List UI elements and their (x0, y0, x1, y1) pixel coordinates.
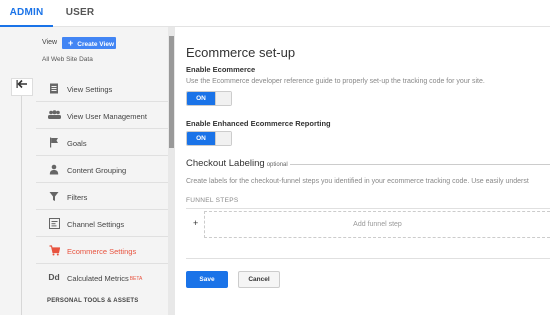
sidebar-item-label: Content Grouping (67, 166, 127, 175)
sidebar-item-calculated-metrics[interactable]: Dd Calculated MetricsBETA (36, 264, 168, 291)
person-icon (48, 164, 60, 175)
optional-tag: optional (266, 162, 288, 168)
dd-icon: Dd (48, 272, 60, 282)
checkout-labeling-title: Checkout Labeling (186, 158, 265, 169)
create-view-label: Create View (77, 41, 114, 48)
tab-admin[interactable]: ADMIN (0, 0, 53, 27)
tab-user[interactable]: USER (62, 0, 98, 27)
sidebar-item-label: View User Management (67, 112, 147, 121)
users-icon (48, 110, 61, 121)
view-label: View (42, 39, 58, 46)
enhanced-ecommerce-label: Enable Enhanced Ecommerce Reporting (186, 119, 331, 128)
sidebar-item-ecommerce-settings[interactable]: Ecommerce Settings (36, 237, 168, 264)
plus-icon: + (68, 38, 74, 48)
beta-badge: BETA (129, 276, 143, 282)
sidebar-item-goals[interactable]: Goals (36, 129, 168, 156)
form-divider (186, 258, 550, 259)
sidebar-divider (21, 96, 22, 315)
sidebar-item-label: Goals (67, 139, 87, 148)
back-arrow-icon-svg (16, 79, 27, 89)
sidebar-item-channel-settings[interactable]: Channel Settings (36, 210, 168, 237)
sidebar-item-label: Calculated Metrics (67, 274, 129, 283)
sidebar-item-view-user-management[interactable]: View User Management (36, 102, 168, 129)
toggle-on-label: ON (187, 132, 215, 145)
plus-icon[interactable]: + (193, 218, 198, 228)
toggle-knob (215, 132, 231, 145)
toggle-knob (215, 92, 231, 105)
enable-ecommerce-label: Enable Ecommerce (186, 65, 256, 74)
sidebar-nav: View Settings View User Management Goals… (36, 75, 168, 291)
enable-ecommerce-description: Use the Ecommerce developer reference gu… (186, 78, 485, 85)
enable-ecommerce-toggle[interactable]: ON (186, 91, 232, 106)
sidebar-item-filters[interactable]: Filters (36, 183, 168, 210)
sidebar-item-label: View Settings (67, 85, 113, 94)
section-heading-personal-tools: PERSONAL TOOLS & ASSETS (47, 298, 139, 304)
page-title: Ecommerce set-up (186, 45, 296, 60)
sidebar-item-label: Ecommerce Settings (67, 247, 137, 256)
document-icon (48, 83, 60, 94)
cart-icon (48, 245, 60, 256)
flag-icon (48, 137, 60, 148)
back-arrow-icon[interactable] (11, 78, 33, 96)
view-selector[interactable]: All Web Site Data (42, 56, 93, 63)
sidebar-scrollbar-thumb[interactable] (169, 36, 174, 148)
enhanced-ecommerce-toggle[interactable]: ON (186, 131, 232, 146)
sidebar-item-view-settings[interactable]: View Settings (36, 75, 168, 102)
channel-icon (48, 218, 60, 229)
funnel-divider (186, 208, 550, 209)
create-view-button[interactable]: + Create View (62, 37, 116, 49)
funnel-steps-label: FUNNEL STEPS (186, 197, 239, 204)
sidebar-item-label: Channel Settings (67, 220, 125, 229)
section-divider (290, 164, 550, 165)
filter-icon (48, 191, 60, 202)
toggle-on-label: ON (187, 92, 215, 105)
checkout-labeling-description: Create labels for the checkout-funnel st… (186, 178, 529, 185)
save-button[interactable]: Save (186, 271, 228, 288)
top-tab-bar: ADMIN USER (0, 0, 550, 27)
add-funnel-step-button[interactable]: Add funnel step (204, 211, 550, 238)
sidebar-item-label: Filters (67, 193, 88, 202)
checkout-labeling-heading: Checkout Labeling optional (186, 158, 288, 169)
cancel-button[interactable]: Cancel (238, 271, 280, 288)
sidebar-item-content-grouping[interactable]: Content Grouping (36, 156, 168, 183)
